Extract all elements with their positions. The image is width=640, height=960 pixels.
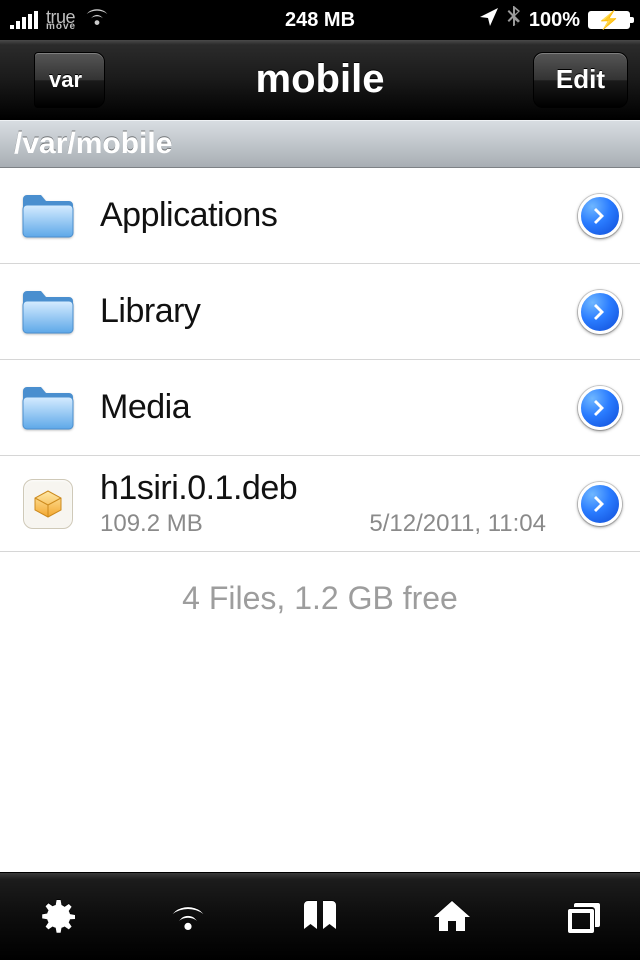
- home-button[interactable]: [424, 889, 480, 945]
- battery-percent: 100%: [529, 9, 580, 32]
- folder-icon: [20, 380, 76, 436]
- item-name: Media: [100, 388, 554, 427]
- location-arrow-icon: [479, 7, 499, 33]
- wifi-icon: [166, 895, 210, 939]
- page-title: mobile: [256, 57, 385, 102]
- current-path: /var/mobile: [14, 127, 172, 161]
- detail-disclosure-button[interactable]: [578, 194, 622, 238]
- detail-disclosure-button[interactable]: [578, 482, 622, 526]
- windows-button[interactable]: [556, 889, 612, 945]
- memory-indicator: 248 MB: [285, 9, 355, 32]
- item-name: h1siri.0.1.deb: [100, 469, 554, 508]
- folder-icon: [20, 284, 76, 340]
- navigation-bar: var mobile Edit: [0, 40, 640, 120]
- windows-icon: [562, 895, 606, 939]
- wifi-icon: [84, 7, 110, 33]
- cellular-signal-icon: [10, 11, 38, 29]
- list-item[interactable]: Library: [0, 264, 640, 360]
- edit-button-label: Edit: [556, 64, 605, 95]
- carrier-label: true move: [46, 9, 76, 31]
- file-list: Applications Library Media: [0, 168, 640, 552]
- status-bar: true move 248 MB 100% ⚡: [0, 0, 640, 40]
- list-item[interactable]: Media: [0, 360, 640, 456]
- bookmarks-icon: [298, 895, 342, 939]
- home-icon: [430, 895, 474, 939]
- detail-disclosure-button[interactable]: [578, 290, 622, 334]
- item-name: Applications: [100, 196, 554, 235]
- edit-button[interactable]: Edit: [533, 52, 628, 108]
- item-size: 109.2 MB: [100, 510, 203, 538]
- list-item[interactable]: Applications: [0, 168, 640, 264]
- wifi-button[interactable]: [160, 889, 216, 945]
- folder-icon: [20, 188, 76, 244]
- battery-charging-icon: ⚡: [588, 11, 630, 29]
- bottom-toolbar: [0, 872, 640, 960]
- settings-button[interactable]: [28, 889, 84, 945]
- list-summary: 4 Files, 1.2 GB free: [0, 552, 640, 617]
- item-name: Library: [100, 292, 554, 331]
- bookmarks-button[interactable]: [292, 889, 348, 945]
- bluetooth-icon: [507, 6, 521, 34]
- item-date: 5/12/2011, 11:04: [369, 510, 554, 538]
- path-bar: /var/mobile: [0, 120, 640, 168]
- package-icon: [20, 476, 76, 532]
- gear-icon: [34, 895, 78, 939]
- list-item[interactable]: h1siri.0.1.deb 109.2 MB 5/12/2011, 11:04: [0, 456, 640, 552]
- detail-disclosure-button[interactable]: [578, 386, 622, 430]
- back-button-label: var: [49, 67, 82, 93]
- back-button[interactable]: var: [34, 52, 105, 108]
